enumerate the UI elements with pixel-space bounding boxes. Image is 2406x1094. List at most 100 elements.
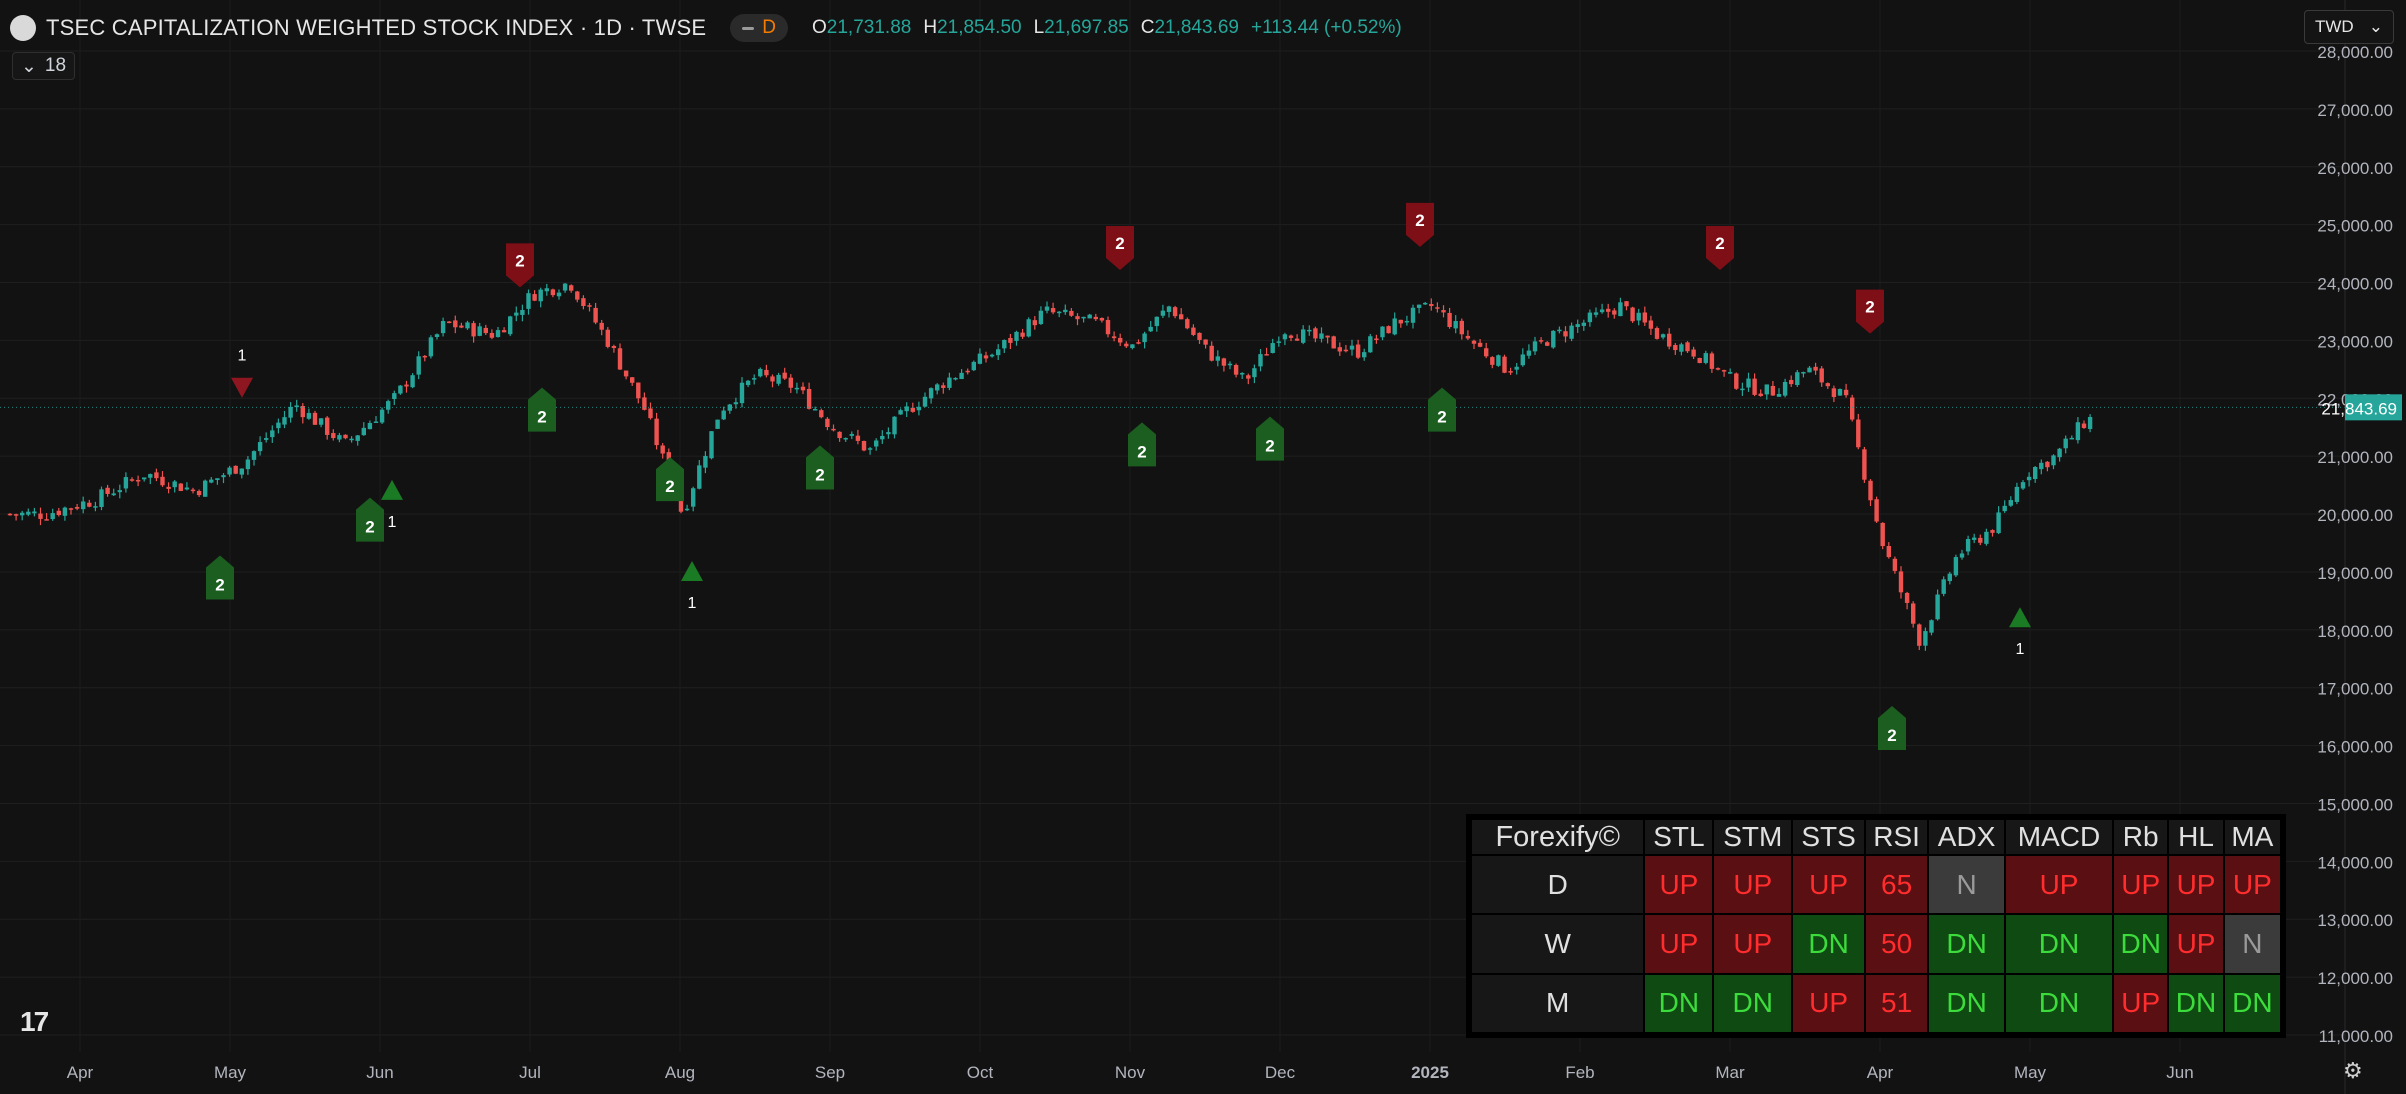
candle-body xyxy=(1349,345,1355,350)
candle-body xyxy=(282,417,287,425)
dashboard-col-stm: STM xyxy=(1714,820,1792,854)
candle-body xyxy=(733,402,739,405)
candle-body xyxy=(26,511,31,515)
candle-body xyxy=(550,289,556,296)
dashboard-col-adx: ADX xyxy=(1929,820,2004,854)
candle-body xyxy=(556,292,562,297)
price-tick-label: 23,000.00 xyxy=(2317,332,2393,351)
candle-body xyxy=(965,370,970,373)
candle-body xyxy=(1191,327,1196,335)
time-tick-label: Aug xyxy=(665,1063,695,1082)
dashboard-col-rsi: RSI xyxy=(1866,820,1928,854)
candle-body xyxy=(660,445,665,454)
candle-body xyxy=(1148,326,1153,332)
candle-body xyxy=(1624,301,1629,307)
candle-body xyxy=(1325,335,1330,338)
price-tick-label: 27,000.00 xyxy=(2317,101,2393,120)
buy-signal-2: 2 xyxy=(1428,387,1456,432)
candle-body xyxy=(776,374,781,384)
candle-body xyxy=(1087,314,1092,319)
candle-body xyxy=(1002,339,1007,349)
dashboard-cell: DN xyxy=(1793,915,1865,973)
candle-body xyxy=(1160,310,1166,316)
dashboard-cell: 65 xyxy=(1866,856,1928,914)
candle-body xyxy=(1343,349,1349,352)
candle-body xyxy=(1093,316,1098,320)
candle-body xyxy=(593,307,598,323)
candle-body xyxy=(196,490,202,496)
candle-body xyxy=(306,412,312,419)
candle-body xyxy=(892,416,897,435)
candle-body xyxy=(392,393,397,400)
dashboard-cell: DN xyxy=(2224,974,2280,1032)
gear-icon[interactable]: ⚙ xyxy=(2343,1058,2363,1084)
candle-body xyxy=(806,388,812,409)
candle-body xyxy=(1038,310,1044,325)
candle-body xyxy=(843,437,848,440)
time-tick-label: Feb xyxy=(1565,1063,1594,1082)
candle-body xyxy=(32,511,37,514)
candle-body xyxy=(880,435,885,440)
signal-level-label: 1 xyxy=(238,348,247,365)
candle-body xyxy=(459,325,464,328)
candle-body xyxy=(1795,372,1800,386)
candle-body xyxy=(56,510,61,516)
candle-body xyxy=(1959,553,1965,558)
candle-body xyxy=(1886,546,1891,558)
candle-body xyxy=(1776,394,1782,397)
dashboard-cell: UP xyxy=(1714,915,1792,973)
candle-body xyxy=(1172,307,1178,317)
indicators-toggle-button[interactable]: ⌄ 18 xyxy=(12,52,76,80)
signal-level-label: 2 xyxy=(1865,298,1874,317)
ohlc-readout: O21,731.88 H21,854.50 L21,697.85 C21,843… xyxy=(812,17,1402,39)
candle-body xyxy=(1825,383,1830,387)
candle-body xyxy=(404,384,409,387)
dashboard-row-label: M xyxy=(1472,974,1644,1032)
candle-body xyxy=(1904,592,1910,603)
candle-body xyxy=(526,293,531,309)
candle-body xyxy=(1532,341,1538,352)
candle-body xyxy=(312,412,318,425)
candle-body xyxy=(575,291,580,300)
candle-body xyxy=(617,348,623,370)
interval-badge[interactable]: D xyxy=(730,14,789,42)
candle-body xyxy=(935,384,940,391)
signal-level-label: 2 xyxy=(1437,408,1446,427)
candle-body xyxy=(1685,342,1690,352)
dashboard-row-m: M DN DN UP 51 DN DN UP DN DN xyxy=(1472,974,2280,1032)
candle-body xyxy=(1032,320,1037,326)
candle-body xyxy=(788,377,793,388)
candle-body xyxy=(794,387,800,390)
candle-body xyxy=(1374,338,1379,341)
candle-body xyxy=(599,322,604,330)
candle-body xyxy=(825,418,830,428)
candle-body xyxy=(416,356,421,375)
candle-body xyxy=(1142,333,1147,343)
candle-body xyxy=(1734,373,1739,389)
candle-body xyxy=(1099,317,1105,321)
currency-select[interactable]: TWD ⌄ xyxy=(2304,10,2394,44)
symbol-title[interactable]: TSEC CAPITALIZATION WEIGHTED STOCK INDEX… xyxy=(46,15,706,41)
candle-body xyxy=(1587,312,1593,323)
candle-body xyxy=(1612,310,1617,315)
tradingview-logo-icon[interactable]: 17 xyxy=(20,1006,49,1038)
signal-level-label: 1 xyxy=(688,595,697,612)
candle-body xyxy=(654,418,659,446)
dashboard-cell: DN xyxy=(1645,974,1713,1032)
candle-body xyxy=(611,345,617,349)
candle-body xyxy=(996,349,1001,356)
candle-body xyxy=(318,418,324,425)
candle-body xyxy=(1453,321,1458,329)
candle-body xyxy=(1923,631,1928,646)
price-tick-label: 20,000.00 xyxy=(2317,506,2393,525)
candle-body xyxy=(74,506,80,509)
price-tick-label: 25,000.00 xyxy=(2317,217,2393,236)
candle-body xyxy=(471,323,476,337)
candle-body xyxy=(489,332,495,338)
price-axis: 11,000.00 12,000.00 13,000.00 14,000.00 15,0… xyxy=(2317,0,2406,1094)
candle-body xyxy=(1368,336,1373,353)
candle-body xyxy=(1898,571,1904,593)
candle-body xyxy=(855,435,861,441)
candle-body xyxy=(1679,344,1684,352)
candle-body xyxy=(2045,461,2050,468)
